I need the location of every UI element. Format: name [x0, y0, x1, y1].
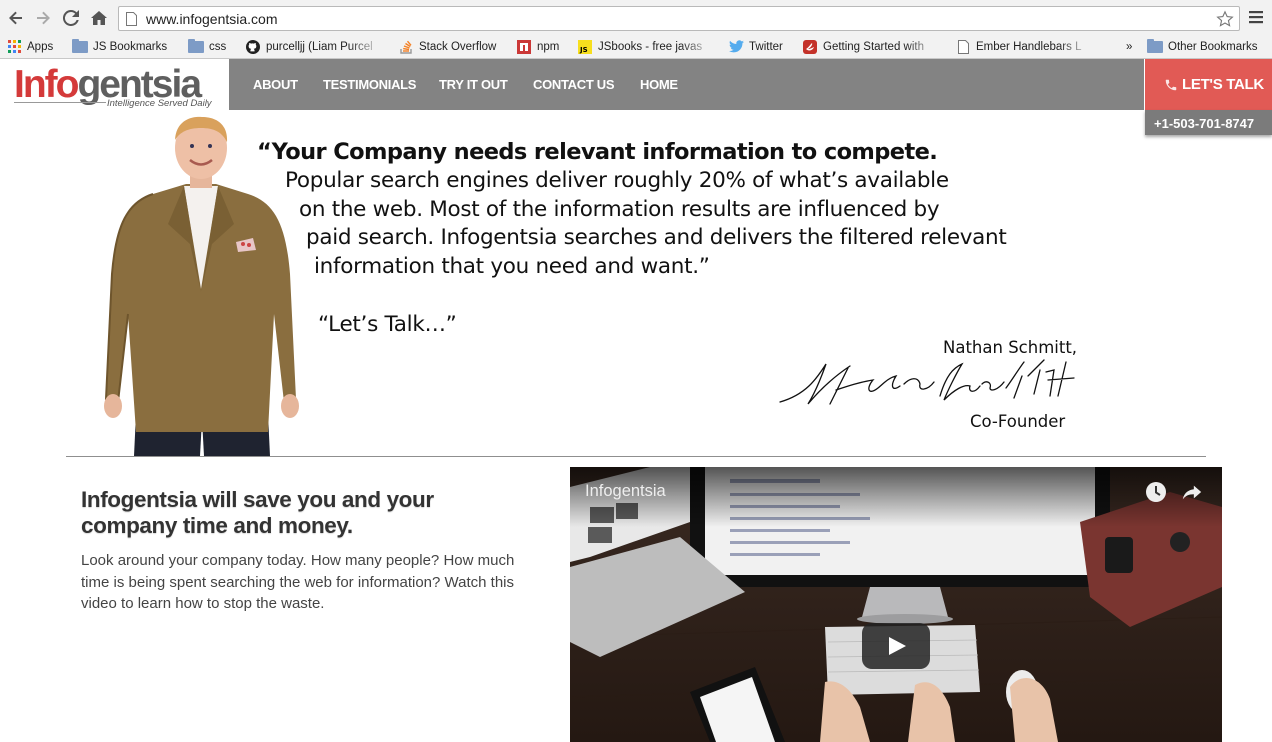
bookmark-npm[interactable]: npm: [516, 38, 566, 55]
nav-testimonials[interactable]: TESTIMONIALS: [323, 77, 416, 92]
quote-line-5: information that you need and want.”: [314, 254, 710, 279]
browser-toolbar: www.infogentsia.com: [0, 0, 1272, 35]
bookmarks-overflow-chevron[interactable]: »: [1126, 38, 1140, 55]
bookmark-label: Stack Overflow: [419, 40, 497, 53]
nav-contact-us[interactable]: CONTACT US: [533, 77, 615, 92]
bookmark-label: Twitter: [749, 40, 783, 53]
main-navigation: ABOUT TESTIMONIALS TRY IT OUT CONTACT US…: [229, 59, 1144, 110]
svg-text:JS: JS: [579, 46, 588, 54]
bookmark-css[interactable]: css: [188, 38, 238, 55]
stackoverflow-icon: [398, 40, 414, 54]
apps-grid-icon: [6, 40, 22, 54]
lets-talk-button[interactable]: LET'S TALK: [1145, 59, 1272, 110]
reload-icon: [63, 10, 79, 26]
folder-icon: [188, 38, 204, 54]
npm-icon: [516, 39, 532, 54]
video-title: Infogentsia: [585, 482, 666, 500]
nav-about[interactable]: ABOUT: [253, 77, 298, 92]
signature-role: Co-Founder: [970, 412, 1066, 431]
video-play-button[interactable]: [862, 623, 930, 669]
logo-part-red: Info: [14, 63, 79, 106]
bookmark-label: npm: [537, 40, 560, 53]
url-text: www.infogentsia.com: [146, 11, 278, 27]
watch-later-clock-icon[interactable]: [1145, 481, 1167, 503]
signature-name: Nathan Schmitt,: [943, 338, 1078, 357]
bookmark-getting-started[interactable]: Getting Started with: [802, 38, 940, 55]
quote-line-4: paid search. Infogentsia searches and de…: [306, 225, 1007, 250]
bookmark-star-icon[interactable]: [1216, 10, 1234, 28]
bookmark-other-bookmarks[interactable]: Other Bookmarks: [1147, 38, 1269, 55]
address-bar[interactable]: www.infogentsia.com: [118, 6, 1240, 31]
bookmark-twitter[interactable]: Twitter: [728, 38, 790, 55]
quote-line-3: on the web. Most of the information resu…: [299, 197, 940, 222]
github-icon: [245, 39, 261, 54]
page-icon: [955, 39, 971, 54]
lets-talk-quote: “Let’s Talk…”: [318, 312, 457, 337]
forward-button[interactable]: [33, 8, 53, 28]
section-heading: Infogentsia will save you and your compa…: [81, 487, 434, 538]
jsbooks-icon: JS: [577, 39, 593, 54]
ember-icon: [802, 39, 818, 54]
bookmark-apps[interactable]: Apps: [6, 38, 66, 55]
section-divider: [66, 456, 1206, 457]
nav-try-it-out[interactable]: TRY IT OUT: [439, 77, 508, 92]
logo-tagline: Intelligence Served Daily: [107, 98, 212, 109]
handwritten-signature: [779, 359, 1075, 405]
quote-headline: “Your Company needs relevant information…: [257, 139, 938, 165]
bookmark-github[interactable]: purcelljj (Liam Purcel: [245, 38, 383, 55]
bookmark-label: JS Bookmarks: [93, 40, 168, 53]
bookmark-label: JSbooks - free javas: [598, 40, 703, 53]
forward-arrow-icon: [37, 11, 50, 25]
video-thumbnail: [570, 467, 1222, 742]
page-icon: [126, 12, 137, 26]
home-button[interactable]: [89, 8, 109, 28]
phone-number-bar[interactable]: +1-503-701-8747: [1145, 110, 1272, 135]
bookmark-label: purcelljj (Liam Purcel: [266, 40, 373, 53]
video-player[interactable]: Infogentsia: [570, 467, 1222, 742]
bookmark-stack-overflow[interactable]: Stack Overflow: [398, 38, 504, 55]
share-arrow-icon[interactable]: [1181, 481, 1203, 503]
quote-line-2: Popular search engines deliver roughly 2…: [285, 168, 949, 193]
twitter-icon: [728, 40, 744, 54]
bookmark-label: Getting Started with: [823, 40, 924, 53]
bookmark-jsbooks[interactable]: JS JSbooks - free javas: [577, 38, 715, 55]
bookmark-label: Other Bookmarks: [1168, 40, 1258, 53]
back-arrow-icon: [9, 11, 22, 25]
reload-button[interactable]: [61, 8, 81, 28]
founder-photo: [104, 116, 299, 456]
bookmark-label: Ember Handlebars L: [976, 40, 1082, 53]
browser-chrome: www.infogentsia.com Apps JS Bookmarks cs…: [0, 0, 1272, 59]
bookmark-label: css: [209, 40, 227, 53]
bookmarks-bar: Apps JS Bookmarks css purcelljj (Liam Pu…: [0, 35, 1272, 58]
folder-icon: [72, 38, 88, 54]
lets-talk-label: LET'S TALK: [1182, 76, 1264, 93]
phone-number: +1-503-701-8747: [1154, 116, 1255, 131]
home-icon: [91, 11, 107, 25]
site-logo[interactable]: Infogentsia Intelligence Served Daily: [14, 62, 214, 109]
section-body: Look around your company today. How many…: [81, 552, 515, 612]
browser-menu-icon[interactable]: [1248, 9, 1264, 25]
logo-underline: [14, 102, 106, 103]
back-button[interactable]: [6, 8, 26, 28]
bookmark-js-bookmarks[interactable]: JS Bookmarks: [72, 38, 180, 55]
chevron-icon: »: [1126, 40, 1133, 53]
bookmark-ember-handlebars[interactable]: Ember Handlebars L: [955, 38, 1093, 55]
folder-icon: [1147, 38, 1163, 54]
nav-home[interactable]: HOME: [640, 77, 678, 92]
bookmark-label: Apps: [27, 40, 54, 53]
phone-icon: [1165, 79, 1177, 91]
